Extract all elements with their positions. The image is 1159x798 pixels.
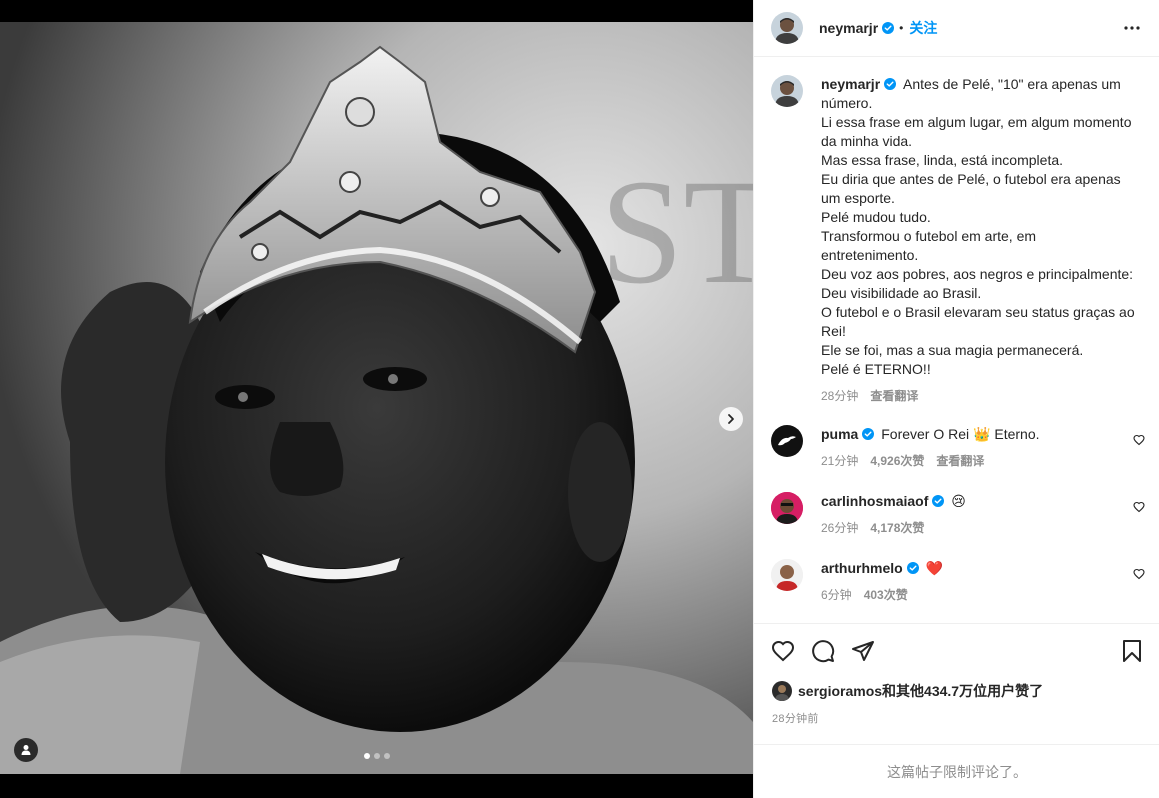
svg-text:ST: ST (600, 149, 753, 315)
verified-badge-icon (862, 428, 875, 440)
header-separator: • (899, 21, 904, 35)
puma-logo-icon (778, 436, 796, 446)
caption-line: Li essa frase em algum lugar, em algum m… (821, 114, 1132, 149)
comment-content: 😢 (951, 493, 966, 509)
post-timestamp: 28分钟前 (772, 713, 819, 725)
carousel-dot (364, 753, 370, 759)
post-photo: ST (0, 22, 753, 774)
post-modal: ST neymarjr • 关注 neymarjr Antes de Pelé,… (0, 0, 1159, 798)
carousel-next-button[interactable] (719, 407, 743, 431)
follow-button[interactable]: 关注 (909, 18, 937, 38)
comment-text: arthurhmelo ❤️ (821, 559, 1136, 578)
avatar-image (771, 492, 803, 524)
verified-badge-icon (884, 78, 897, 90)
comment-heart-icon[interactable] (1133, 568, 1145, 580)
comment-row: arthurhmelo ❤️ 6分钟 403次赞 (771, 559, 1136, 603)
comments-limited-notice: 这篇帖子限制评论了。 (754, 744, 1159, 798)
comment-meta: 26分钟 4,178次赞 (821, 519, 1136, 536)
carousel-indicators (364, 753, 390, 759)
comment-time: 21分钟 (821, 454, 859, 468)
author-username[interactable]: neymarjr (819, 20, 878, 36)
heart-icon[interactable] (771, 639, 795, 663)
commenter-avatar[interactable] (771, 425, 803, 457)
post-actions-section: sergioramos 和其他434.7万位用户赞了 28分钟前 (754, 623, 1159, 744)
caption-meta: 28分钟 查看翻译 (821, 387, 1136, 404)
verified-badge-icon (882, 22, 895, 34)
liked-by-others[interactable]: 和其他434.7万位用户赞了 (882, 681, 1043, 701)
caption-line: Eu diria que antes de Pelé, o futebol er… (821, 171, 1121, 206)
caption-line: Mas essa frase, linda, está incompleta. (821, 152, 1064, 168)
post-header: neymarjr • 关注 (754, 0, 1159, 57)
comment-text: puma Forever O Rei 👑 Eterno. (821, 425, 1136, 444)
caption-time: 28分钟 (821, 389, 859, 403)
commenter-avatar[interactable] (771, 492, 803, 524)
comment-text: carlinhosmaiaof 😢 (821, 492, 1136, 511)
caption-username[interactable]: neymarjr (821, 76, 880, 92)
commenter-avatar[interactable] (771, 559, 803, 591)
caption-line: Ele se foi, mas a sua magia permanecerá. (821, 342, 1084, 358)
comment-body: carlinhosmaiaof 😢 26分钟 4,178次赞 (821, 492, 1136, 536)
comment-like-count[interactable]: 4,926次赞 (870, 452, 924, 469)
comments-scroll-area[interactable]: neymarjr Antes de Pelé, "10" era apenas … (754, 57, 1159, 623)
caption-line: O futebol e o Brasil elevaram seu status… (821, 304, 1135, 339)
avatar-image (772, 681, 792, 701)
user-tag-button[interactable] (14, 738, 38, 762)
see-translation-link[interactable]: 查看翻译 (936, 452, 984, 469)
chevron-right-icon (728, 414, 734, 424)
comment-heart-icon[interactable] (1133, 434, 1145, 446)
caption-row: neymarjr Antes de Pelé, "10" era apenas … (771, 75, 1136, 404)
caption-text: neymarjr Antes de Pelé, "10" era apenas … (821, 75, 1136, 379)
post-media-carousel[interactable]: ST (0, 22, 753, 774)
comment-row: puma Forever O Rei 👑 Eterno. 21分钟 4,926次… (771, 425, 1136, 469)
bookmark-icon[interactable] (1120, 639, 1144, 663)
comment-body: arthurhmelo ❤️ 6分钟 403次赞 (821, 559, 1136, 603)
comment-username[interactable]: puma (821, 426, 858, 442)
comment-content: Forever O Rei 👑 Eterno. (881, 426, 1040, 442)
comment-icon[interactable] (811, 639, 835, 663)
caption-line: Pelé mudou tudo. (821, 209, 931, 225)
comment-username[interactable]: arthurhmelo (821, 560, 903, 576)
avatar-image (771, 559, 803, 591)
author-avatar[interactable] (771, 12, 803, 44)
post-details-panel: neymarjr • 关注 neymarjr Antes de Pelé, "1… (753, 0, 1159, 798)
avatar-image (771, 12, 803, 44)
verified-badge-icon (906, 562, 919, 574)
comment-username[interactable]: carlinhosmaiaof (821, 493, 928, 509)
avatar-image (771, 75, 803, 107)
liker-avatar[interactable] (772, 681, 792, 701)
comment-meta: 6分钟 403次赞 (821, 586, 1136, 603)
author-avatar[interactable] (771, 75, 803, 107)
liker-username[interactable]: sergioramos (798, 683, 882, 699)
share-icon[interactable] (851, 639, 875, 663)
comment-row: carlinhosmaiaof 😢 26分钟 4,178次赞 (771, 492, 1136, 536)
user-tag-icon (21, 745, 31, 755)
caption-line: Transformou o futebol em arte, em entret… (821, 228, 1037, 263)
more-options-icon[interactable] (1122, 18, 1142, 38)
action-icons (771, 639, 875, 663)
carousel-dot (384, 753, 390, 759)
liked-by-line: sergioramos 和其他434.7万位用户赞了 (772, 681, 1043, 701)
comment-time: 26分钟 (821, 521, 859, 535)
comment-like-count[interactable]: 4,178次赞 (870, 519, 924, 536)
verified-badge-icon (932, 495, 945, 507)
caption-line: Deu voz aos pobres, aos negros e princip… (821, 266, 1134, 301)
see-translation-link[interactable]: 查看翻译 (870, 387, 918, 404)
comment-body: puma Forever O Rei 👑 Eterno. 21分钟 4,926次… (821, 425, 1136, 469)
comment-time: 6分钟 (821, 588, 852, 602)
comment-heart-icon[interactable] (1133, 501, 1145, 513)
caption-line: Pelé é ETERNO!! (821, 361, 931, 377)
carousel-dot (374, 753, 380, 759)
caption-body: neymarjr Antes de Pelé, "10" era apenas … (821, 75, 1136, 404)
comment-meta: 21分钟 4,926次赞 查看翻译 (821, 452, 1136, 469)
comment-content: ❤️ (925, 560, 944, 576)
comment-like-count[interactable]: 403次赞 (864, 586, 908, 603)
